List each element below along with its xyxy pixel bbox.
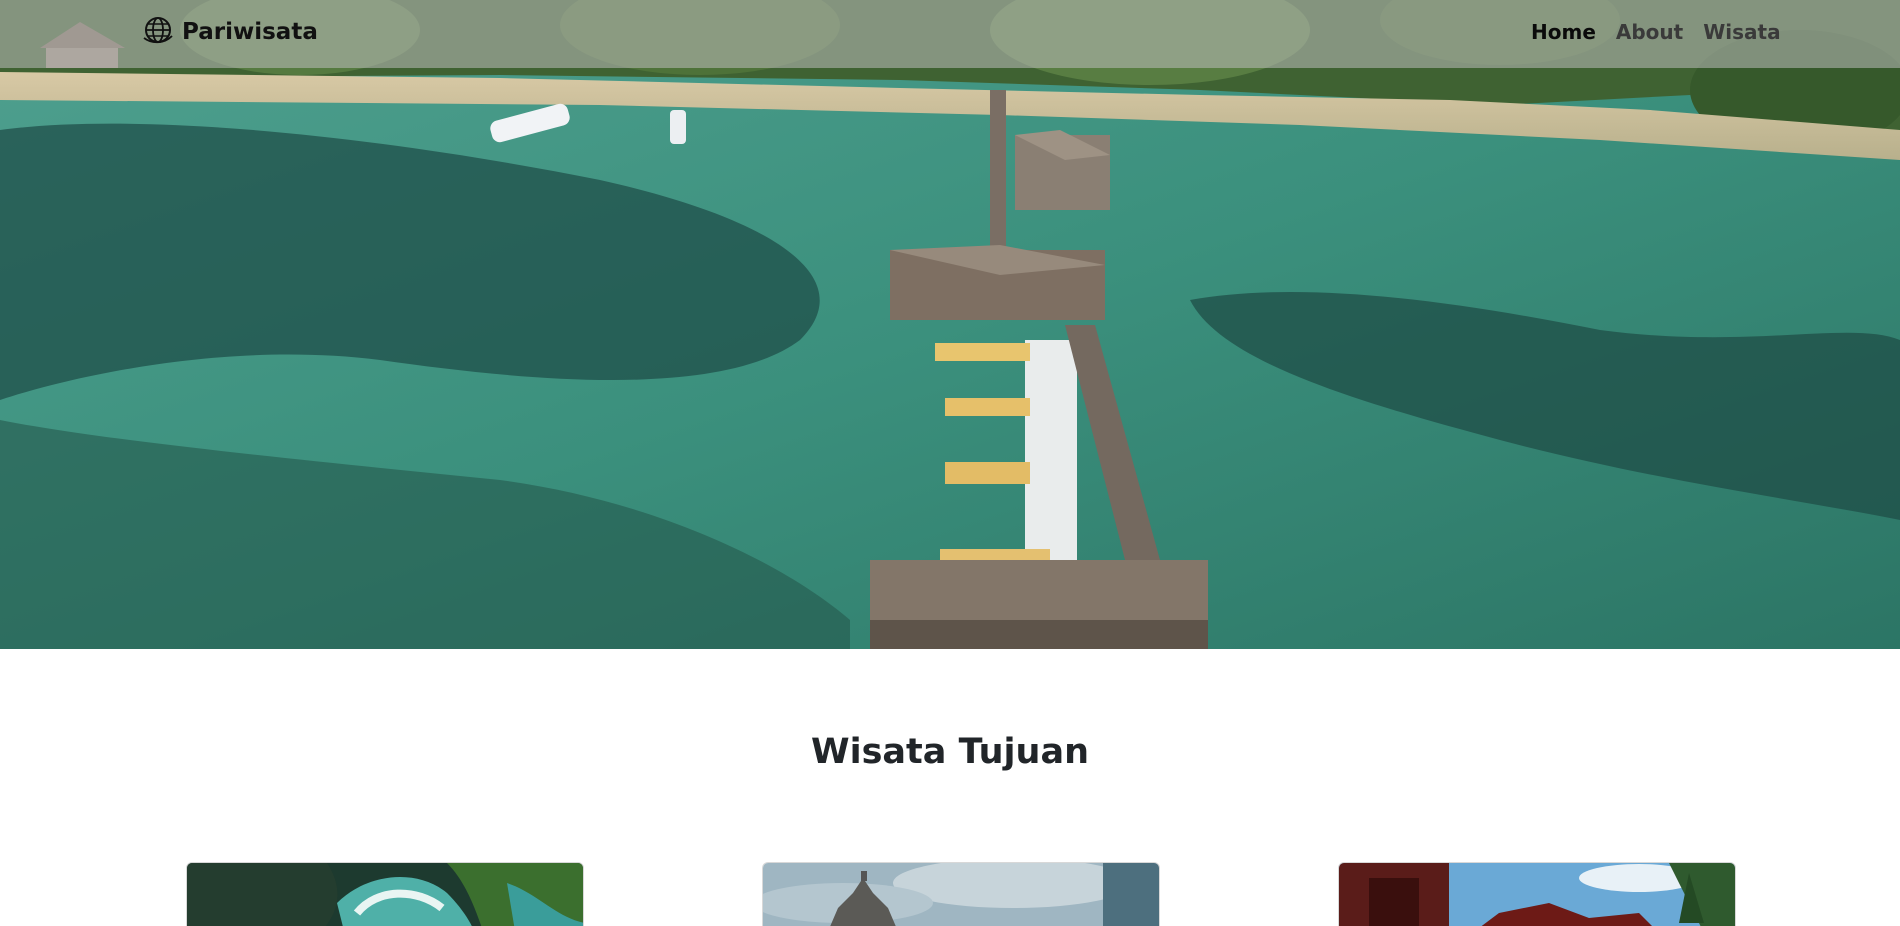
nav-link-wisata[interactable]: Wisata (1703, 20, 1780, 44)
card-image (187, 863, 583, 926)
globe-icon (142, 14, 174, 50)
destination-card[interactable] (1338, 862, 1736, 926)
brand-name: Pariwisata (182, 19, 318, 45)
destination-card[interactable] (186, 862, 584, 926)
nav-link-home[interactable]: Home (1531, 20, 1596, 44)
brand-link[interactable]: Pariwisata (142, 14, 318, 50)
card-image (763, 863, 1159, 926)
card-image (1339, 863, 1735, 926)
navbar: Pariwisata Home About Wisata (0, 0, 1900, 68)
hero-image (0, 0, 1900, 649)
nav-link-about[interactable]: About (1616, 20, 1683, 44)
destination-card[interactable] (762, 862, 1160, 926)
nav-links: Home About Wisata (1531, 20, 1781, 44)
hero-banner (0, 0, 1900, 649)
section-title: Wisata Tujuan (811, 732, 1089, 772)
